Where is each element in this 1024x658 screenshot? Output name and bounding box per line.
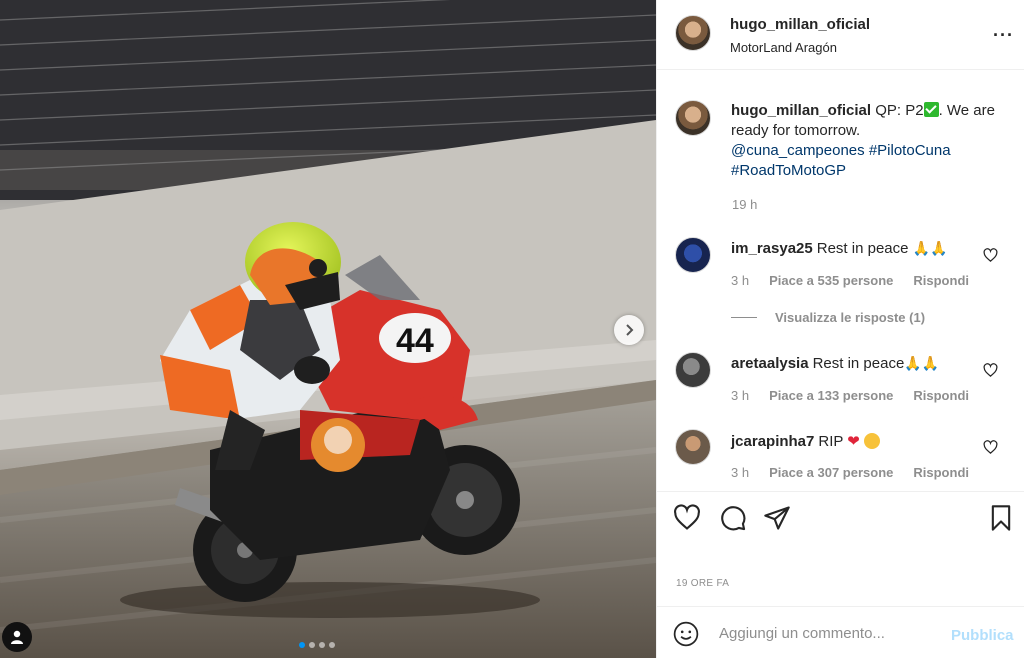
caption-mention[interactable]: @cuna_campeones [731,142,865,159]
comment-meta: 3 h Piace a 133 persone Rispondi [731,388,969,403]
caption-author-avatar[interactable] [675,100,711,136]
comment-bubble-icon[interactable] [719,504,747,532]
save-bookmark-icon[interactable] [987,504,1015,532]
comment-body: RIP [818,433,844,450]
like-comment-heart-icon[interactable] [983,363,998,378]
motorbike-racing-photo: 44 [0,0,656,658]
author-avatar[interactable] [675,15,711,51]
bike-number: 44 [396,322,434,360]
comment-text: jcarapinha7 RIP ❤ [731,432,881,450]
commenter-avatar[interactable] [675,429,711,465]
carousel-dot [309,642,315,648]
comment-meta: 3 h Piace a 535 persone Rispondi [731,273,969,288]
comment-body: Rest in peace [812,355,905,372]
check-mark-icon [923,102,939,117]
comment-time[interactable]: 3 h [731,388,749,403]
comment-body: Rest in peace [816,240,909,257]
caption-hashtag[interactable]: #RoadToMotoGP [731,162,846,179]
commenter-avatar[interactable] [675,237,711,273]
caption-hashtag[interactable]: #PilotoCuna [869,142,951,159]
pray-emoji-icon: 🙏🙏 [912,240,948,256]
commenter-avatar[interactable] [675,352,711,388]
carousel-dot [319,642,325,648]
next-image-button[interactable] [614,315,644,345]
comment-text: im_rasya25 Rest in peace 🙏🙏 [731,240,948,257]
like-comment-heart-icon[interactable] [983,248,998,263]
reply-button[interactable]: Rispondi [913,388,969,403]
post-actions-bar [657,491,1024,551]
comments-scroll-area[interactable]: hugo_millan_oficial QP: P2. We are ready… [657,71,1024,491]
like-heart-icon[interactable] [673,504,701,532]
share-paper-plane-icon[interactable] [763,504,791,532]
caption-text-start: QP: P2 [875,102,924,119]
sad-face-emoji-icon [864,433,881,449]
like-comment-heart-icon[interactable] [983,440,998,455]
reply-button[interactable]: Rispondi [913,273,969,288]
view-replies-button[interactable]: Visualizza le risposte (1) [731,310,925,325]
commenter-username[interactable]: aretaalysia [731,355,809,372]
caption-timestamp[interactable]: 19 h [732,197,757,212]
comment-input[interactable] [719,619,941,647]
chevron-right-icon [626,324,634,336]
replies-divider [731,317,757,318]
commenter-username[interactable]: im_rasya25 [731,240,813,257]
emoji-smiley-icon[interactable] [673,621,699,647]
add-comment-bar: Pubblica [657,606,1024,658]
carousel-dots [299,642,335,648]
comment-likes[interactable]: Piace a 133 persone [769,388,893,403]
post-caption: hugo_millan_oficial QP: P2. We are ready… [731,101,1011,181]
post-photo[interactable]: 44 [0,0,656,658]
comment-likes[interactable]: Piace a 307 persone [769,465,893,480]
red-heart-emoji-icon: ❤ [847,433,860,450]
comment-time[interactable]: 3 h [731,465,749,480]
author-username[interactable]: hugo_millan_oficial [730,16,870,33]
more-options-icon[interactable]: ··· [993,26,1014,44]
carousel-dot [329,642,335,648]
post-side-panel: hugo_millan_oficial MotorLand Aragón ···… [656,0,1024,658]
pray-emoji-icon: 🙏🙏 [904,355,940,371]
post-timestamp[interactable]: 19 ORE FA [676,578,729,589]
post-location[interactable]: MotorLand Aragón [730,40,837,55]
view-replies-label: Visualizza le risposte (1) [775,310,926,325]
caption-username[interactable]: hugo_millan_oficial [731,102,871,119]
user-tag-icon [11,630,23,644]
carousel-dot [299,642,305,648]
post-header: hugo_millan_oficial MotorLand Aragón ··· [657,0,1024,70]
commenter-username[interactable]: jcarapinha7 [731,433,814,450]
comment-text: aretaalysia Rest in peace🙏🙏 [731,355,939,372]
comment-likes[interactable]: Piace a 535 persone [769,273,893,288]
comment-meta: 3 h Piace a 307 persone Rispondi [731,465,969,480]
tagged-users-button[interactable] [2,622,32,652]
publish-button[interactable]: Pubblica [951,627,1014,644]
comment-time[interactable]: 3 h [731,273,749,288]
reply-button[interactable]: Rispondi [913,465,969,480]
